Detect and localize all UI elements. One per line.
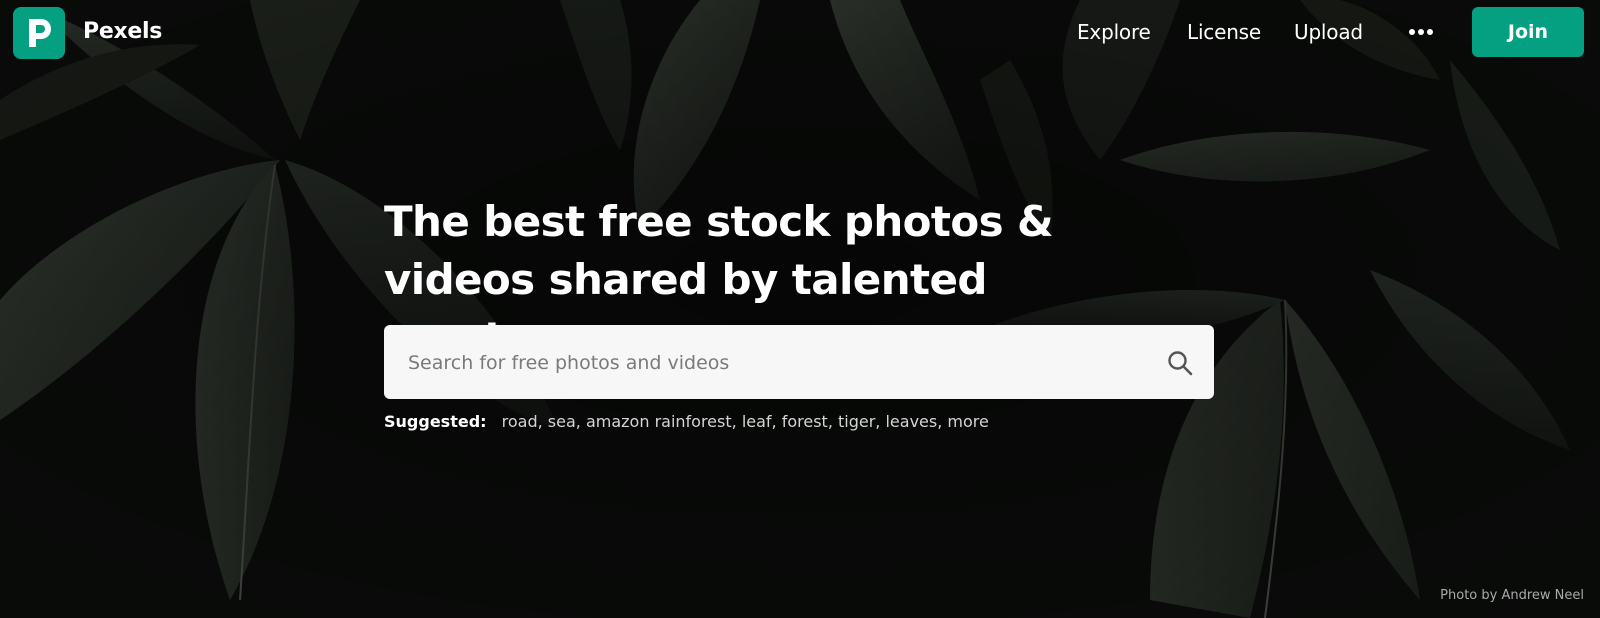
suggested-item-tiger[interactable]: tiger [838, 412, 875, 431]
nav-license-link[interactable]: License [1187, 20, 1261, 44]
search-bar [384, 325, 1214, 399]
search-icon[interactable] [1166, 349, 1194, 377]
suggested-item-sea[interactable]: sea [548, 412, 576, 431]
suggested-searches: Suggested: road, sea, amazon rainforest,… [384, 412, 989, 431]
brand-name[interactable]: Pexels [83, 19, 162, 44]
suggested-item-leaf[interactable]: leaf [742, 412, 772, 431]
nav-explore-link[interactable]: Explore [1077, 20, 1151, 44]
nav-upload-link[interactable]: Upload [1294, 20, 1363, 44]
photo-credit-link[interactable]: Photo by Andrew Neel [1440, 588, 1584, 603]
search-input[interactable] [406, 339, 1140, 387]
top-navigation: Pexels Explore License Upload Join [0, 0, 1600, 66]
more-dots-icon[interactable] [1408, 23, 1434, 41]
join-button[interactable]: Join [1472, 7, 1584, 57]
suggested-item-leaves[interactable]: leaves [885, 412, 937, 431]
suggested-item-forest[interactable]: forest [782, 412, 828, 431]
suggested-item-road[interactable]: road [502, 412, 538, 431]
suggested-item-amazon-rainforest[interactable]: amazon rainforest [586, 412, 732, 431]
pexels-logo-icon[interactable] [13, 7, 65, 59]
suggested-label: Suggested: [384, 412, 487, 431]
suggested-item-more[interactable]: more [947, 412, 988, 431]
